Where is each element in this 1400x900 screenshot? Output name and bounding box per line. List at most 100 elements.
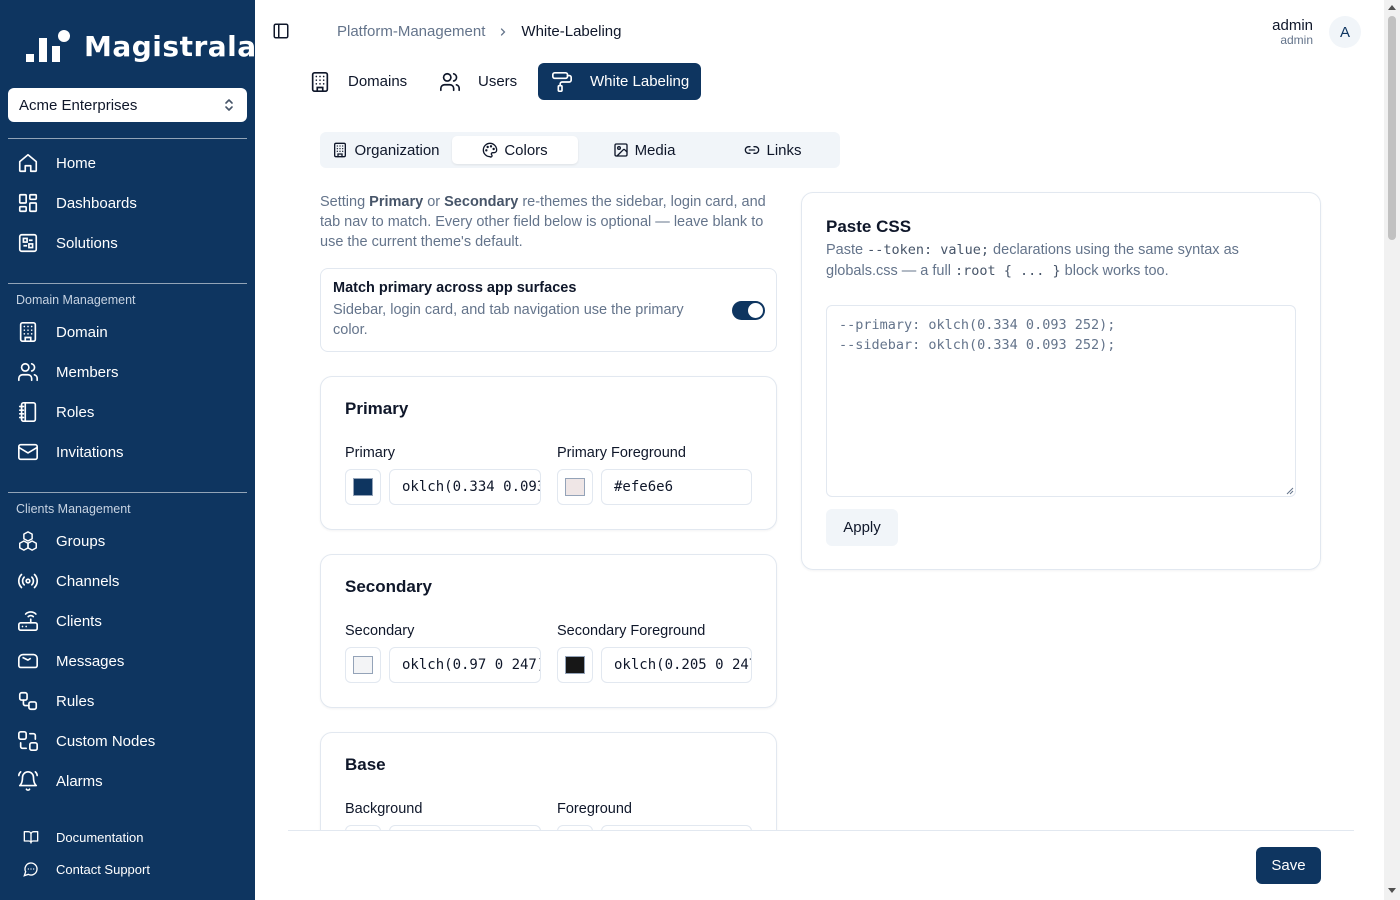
paste-css-card: Paste CSS Paste --token: value; declarat… — [801, 192, 1321, 570]
scrollbar[interactable] — [1384, 0, 1400, 900]
css-textarea[interactable]: --primary: oklch(0.334 0.093 252); --sid… — [826, 305, 1296, 497]
sidebar-item-label: Solutions — [56, 234, 118, 252]
tab-white-labeling[interactable]: White Labeling — [538, 63, 702, 100]
sidebar-item-label: Documentation — [56, 829, 144, 845]
dashboard-icon — [16, 191, 40, 215]
chevrons-up-down-icon — [223, 97, 235, 113]
sidebar-item-contact-support[interactable]: Contact Support — [8, 855, 247, 883]
sidebar-item-solutions[interactable]: Solutions — [8, 225, 247, 261]
secondary-color-picker[interactable] — [345, 647, 381, 683]
card-title: Primary — [345, 399, 409, 418]
users-icon — [16, 360, 40, 384]
card-title: Base — [345, 755, 386, 774]
secondary-foreground-input[interactable]: oklch(0.205 0 247) — [601, 647, 752, 683]
user-name: admin — [1272, 17, 1313, 34]
radio-icon — [16, 569, 40, 593]
subtab-label: Organization — [354, 141, 440, 159]
secondary-foreground-color-picker[interactable] — [557, 647, 593, 683]
resize-handle-icon[interactable] — [1286, 487, 1294, 495]
sidebar-section-domain: Domain Management — [16, 293, 136, 307]
mail-icon — [16, 440, 40, 464]
sidebar-item-domain[interactable]: Domain — [8, 314, 247, 350]
image-icon — [613, 142, 629, 158]
logo-mark-icon — [26, 28, 74, 64]
nodes-icon — [16, 729, 40, 753]
sidebar-item-custom-nodes[interactable]: Custom Nodes — [8, 723, 247, 759]
primary-color-input[interactable]: oklch(0.334 0.093 252) — [389, 469, 541, 505]
match-primary-switch[interactable] — [732, 301, 765, 320]
match-primary-title: Match primary across app surfaces — [333, 280, 577, 296]
intro-text: Setting — [320, 194, 370, 210]
secondary-color-input[interactable]: oklch(0.97 0 247) — [389, 647, 541, 683]
subtab-label: Colors — [504, 141, 548, 159]
card-title: Secondary — [345, 577, 432, 596]
sidebar-divider — [8, 138, 247, 139]
sidebar-toggle-icon[interactable] — [272, 22, 292, 42]
sidebar-item-label: Home — [56, 154, 97, 172]
scroll-down-icon[interactable] — [1388, 888, 1396, 893]
scroll-up-icon[interactable] — [1388, 5, 1396, 10]
sidebar-item-alarms[interactable]: Alarms — [8, 763, 247, 799]
primary-foreground-color-picker[interactable] — [557, 469, 593, 505]
sidebar-item-roles[interactable]: Roles — [8, 394, 247, 430]
palette-icon — [482, 142, 498, 158]
sidebar-item-clients[interactable]: Clients — [8, 603, 247, 639]
field-label: Background — [345, 801, 423, 817]
sidebar-item-messages[interactable]: Messages — [8, 643, 247, 679]
boxes-icon — [16, 529, 40, 553]
avatar[interactable]: A — [1329, 16, 1361, 48]
message-circle-icon — [22, 860, 40, 878]
sidebar-item-groups[interactable]: Groups — [8, 523, 247, 559]
sidebar-item-invitations[interactable]: Invitations — [8, 434, 247, 470]
sidebar-item-home[interactable]: Home — [8, 145, 247, 181]
sidebar-item-dashboards[interactable]: Dashboards — [8, 185, 247, 221]
tab-users[interactable]: Users — [426, 63, 529, 100]
intro-primary: Primary — [369, 194, 424, 210]
tab-label: Domains — [348, 73, 408, 90]
organization-select[interactable]: Acme Enterprises — [8, 88, 247, 122]
scroll-thumb[interactable] — [1388, 16, 1396, 240]
sidebar-item-label: Clients — [56, 612, 102, 630]
intro-secondary: Secondary — [444, 194, 519, 210]
logo[interactable]: Magistrala — [26, 28, 257, 64]
book-icon — [16, 400, 40, 424]
field-label: Secondary Foreground — [557, 623, 706, 639]
subtab-media[interactable]: Media — [582, 136, 706, 164]
save-button[interactable]: Save — [1256, 847, 1321, 884]
user-info[interactable]: admin admin — [1268, 18, 1313, 47]
sidebar-item-rules[interactable]: Rules — [8, 683, 247, 719]
color-swatch — [353, 656, 373, 674]
color-swatch — [565, 656, 585, 674]
sub-tabs: Organization Colors Media Links — [320, 132, 840, 168]
sidebar: Magistrala Acme Enterprises Home Dashboa… — [0, 0, 257, 900]
sidebar-item-channels[interactable]: Channels — [8, 563, 247, 599]
subtab-links[interactable]: Links — [710, 136, 836, 164]
sidebar-item-documentation[interactable]: Documentation — [8, 823, 247, 851]
subtab-organization[interactable]: Organization — [324, 136, 448, 164]
color-swatch — [353, 478, 373, 496]
apply-button[interactable]: Apply — [826, 509, 898, 546]
tab-label: White Labeling — [590, 73, 690, 90]
desc-text: Paste — [826, 242, 868, 258]
breadcrumb: Platform-Management White-Labeling — [337, 23, 621, 40]
building-icon — [332, 142, 348, 158]
paint-roller-icon — [550, 70, 574, 94]
sidebar-item-members[interactable]: Members — [8, 354, 247, 390]
tab-domains[interactable]: Domains — [296, 63, 419, 100]
primary-foreground-input[interactable]: #efe6e6 — [601, 469, 752, 505]
subtab-colors[interactable]: Colors — [452, 136, 578, 164]
logo-text: Magistrala — [84, 29, 257, 63]
router-icon — [16, 609, 40, 633]
mailbox-icon — [16, 649, 40, 673]
field-label: Primary Foreground — [557, 445, 686, 461]
footer-divider — [288, 830, 1354, 831]
book-open-icon — [22, 828, 40, 846]
color-swatch — [565, 478, 585, 496]
building-icon — [16, 320, 40, 344]
intro-text: or — [423, 194, 445, 210]
subtab-label: Links — [766, 141, 802, 159]
home-icon — [16, 151, 40, 175]
primary-color-picker[interactable] — [345, 469, 381, 505]
breadcrumb-parent[interactable]: Platform-Management — [337, 23, 485, 40]
desc-code: --token: value; — [867, 242, 990, 258]
